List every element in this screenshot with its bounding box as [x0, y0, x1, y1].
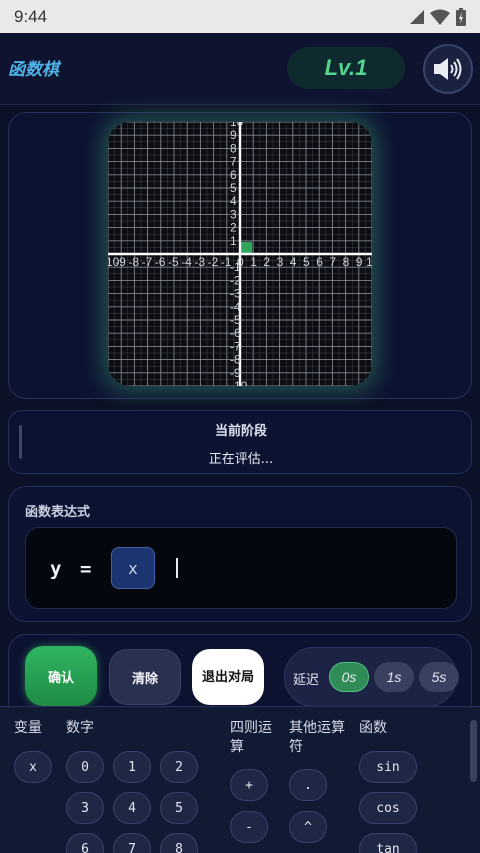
- key-sin[interactable]: sin: [359, 751, 417, 783]
- y-tick-label: 3: [230, 207, 237, 221]
- other-operators-header: 其他运算符: [289, 720, 345, 755]
- y-tick-label: -10: [230, 379, 248, 386]
- key-number-1[interactable]: 1: [113, 751, 151, 783]
- x-tick-label: -6: [155, 255, 166, 269]
- expression-input[interactable]: y = x: [25, 527, 457, 609]
- y-tick-label: -5: [230, 313, 241, 327]
- key-number-4[interactable]: 4: [113, 792, 151, 824]
- y-tick-label: -8: [230, 353, 241, 367]
- speaker-icon: [434, 58, 462, 80]
- x-tick-label: 2: [263, 255, 270, 269]
- y-tick-label: -9: [230, 366, 241, 380]
- y-tick-label: -7: [230, 339, 241, 353]
- key-number-5[interactable]: 5: [160, 792, 198, 824]
- x-tick-label: 4: [290, 255, 297, 269]
- key-number-6[interactable]: 6: [66, 833, 104, 853]
- y-tick-label: -2: [230, 273, 241, 287]
- x-tick-label: -2: [208, 255, 219, 269]
- key-tan[interactable]: tan: [359, 833, 417, 853]
- key-number-7[interactable]: 7: [113, 833, 151, 853]
- app-title: 函数棋: [8, 60, 59, 80]
- y-tick-label: 4: [230, 194, 237, 208]
- x-tick-label: 6: [316, 255, 323, 269]
- key-plus[interactable]: +: [230, 769, 268, 801]
- y-tick-label: 1: [230, 234, 237, 248]
- numbers-header: 数字: [66, 720, 94, 736]
- delay-option-1s[interactable]: 1s: [374, 662, 414, 692]
- expression-equals: =: [80, 558, 92, 580]
- graph-svg: -10-9-8-7-6-5-4-3-2-10123456789101098765…: [108, 122, 372, 386]
- key-cos[interactable]: cos: [359, 792, 417, 824]
- wifi-icon: [430, 9, 450, 25]
- x-tick-label: -5: [168, 255, 179, 269]
- y-tick-label: -3: [230, 287, 241, 301]
- coordinate-graph[interactable]: -10-9-8-7-6-5-4-3-2-10123456789101098765…: [108, 122, 372, 386]
- key-number-8[interactable]: 8: [160, 833, 198, 853]
- text-caret: [176, 558, 178, 578]
- stage-title: 当前阶段: [214, 424, 267, 439]
- x-tick-label: -9: [115, 255, 126, 269]
- y-tick-label: 9: [230, 128, 237, 142]
- level-badge: Lv.1: [287, 47, 405, 89]
- key-number-3[interactable]: 3: [66, 792, 104, 824]
- key-minus[interactable]: -: [230, 811, 268, 843]
- expression-panel: 函数表达式 y = x: [8, 486, 472, 622]
- key-variable-x[interactable]: x: [14, 751, 52, 783]
- function-keyboard: 变量 数字 四则运算 其他运算符 函数 x 0 1 2 3 4 5 6 7 8 …: [0, 706, 480, 853]
- key-number-2[interactable]: 2: [160, 751, 198, 783]
- expression-lhs: y: [50, 558, 62, 580]
- status-bar: 9:44: [0, 0, 480, 33]
- x-tick-label: -4: [181, 255, 192, 269]
- delay-option-5s[interactable]: 5s: [419, 662, 459, 692]
- clear-button[interactable]: 清除: [109, 649, 181, 705]
- x-tick-label: 10: [366, 255, 372, 269]
- status-icons: [410, 7, 466, 26]
- top-bar: 函数棋 Lv.1: [0, 33, 480, 105]
- stage-status: 正在评估...: [208, 452, 274, 467]
- x-tick-label: 7: [329, 255, 336, 269]
- y-tick-label: -1: [230, 260, 241, 274]
- exit-game-button[interactable]: 退出对局: [192, 649, 264, 705]
- expression-token[interactable]: x: [111, 547, 155, 589]
- expression-label: 函数表达式: [25, 505, 91, 520]
- stage-panel: 当前阶段 正在评估...: [8, 410, 472, 474]
- y-tick-label: 5: [230, 181, 237, 195]
- confirm-button[interactable]: 确认: [25, 646, 97, 706]
- x-tick-label: -7: [142, 255, 153, 269]
- arithmetic-header: 四则运算: [230, 720, 272, 755]
- delay-selector: 延迟 0s 1s 5s: [284, 647, 459, 707]
- x-tick-label: -8: [128, 255, 139, 269]
- x-tick-label: -3: [194, 255, 205, 269]
- sound-toggle-button[interactable]: [423, 44, 473, 94]
- signal-icon: [410, 9, 424, 24]
- target-cell: [241, 241, 253, 253]
- x-tick-label: 8: [343, 255, 350, 269]
- key-dot[interactable]: .: [289, 769, 327, 801]
- y-tick-label: -4: [230, 300, 241, 314]
- y-tick-label: 2: [230, 221, 237, 235]
- functions-header: 函数: [359, 720, 387, 736]
- y-tick-label: -6: [230, 326, 241, 340]
- x-tick-label: 5: [303, 255, 310, 269]
- y-tick-label: 6: [230, 168, 237, 182]
- battery-icon: [456, 7, 466, 26]
- y-tick-label: 7: [230, 155, 237, 169]
- keyboard-scrollbar[interactable]: [470, 720, 477, 782]
- variables-header: 变量: [14, 720, 42, 736]
- x-tick-label: 1: [250, 255, 257, 269]
- delay-option-0s[interactable]: 0s: [329, 662, 369, 692]
- key-number-0[interactable]: 0: [66, 751, 104, 783]
- x-tick-label: 3: [277, 255, 284, 269]
- status-time: 9:44: [14, 6, 48, 26]
- key-power[interactable]: ^: [289, 811, 327, 843]
- y-tick-label: 8: [230, 141, 237, 155]
- x-tick-label: 9: [356, 255, 363, 269]
- delay-label: 延迟: [293, 673, 320, 688]
